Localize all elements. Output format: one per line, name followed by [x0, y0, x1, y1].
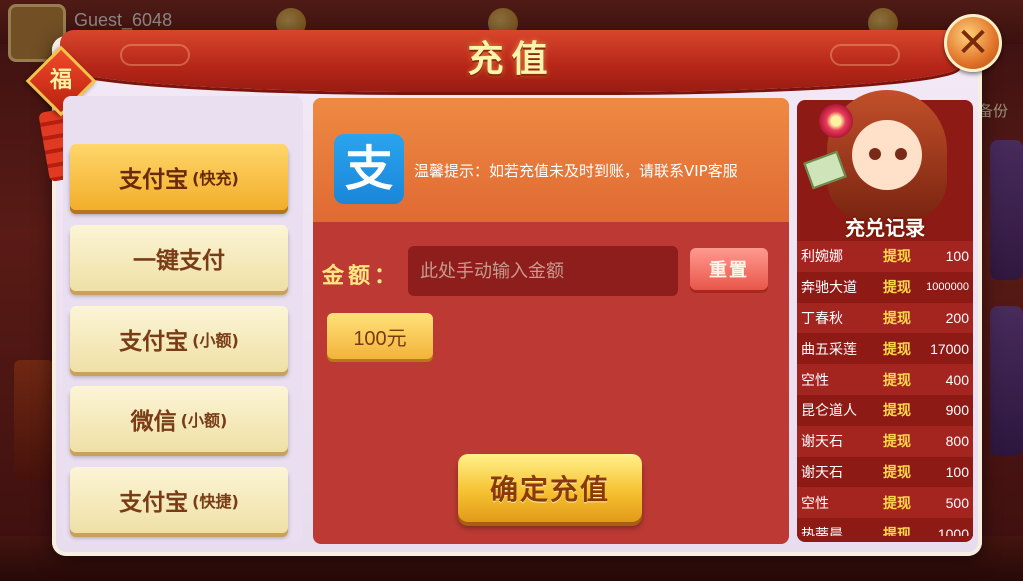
record-row: 空性 提现 400 [797, 364, 973, 395]
record-name: 谢天石 [801, 434, 843, 451]
method-alipay-quick[interactable]: 支付宝 (快捷) [70, 467, 288, 533]
record-row: 热蒂晨 提现 1000 [797, 518, 973, 536]
method-label: 支付宝 [119, 490, 189, 516]
record-row: 利婉娜 提现 100 [797, 241, 973, 272]
method-alipay-fast[interactable]: 支付宝 (快充) [70, 144, 288, 210]
record-amount: 1000 [937, 525, 969, 536]
record-row: 曲五采莲 提现 17000 [797, 333, 973, 365]
record-name: 空性 [801, 372, 829, 389]
record-amount: 900 [945, 402, 969, 419]
record-name: 昆仑道人 [801, 403, 857, 420]
record-name: 热蒂晨 [801, 526, 843, 536]
record-name: 丁春秋 [801, 310, 843, 327]
record-type: 提现 [883, 310, 911, 327]
records-title: 充兑记录 [845, 216, 925, 240]
record-type: 提现 [883, 280, 911, 297]
dialog-title: 充值 [467, 39, 556, 80]
record-row: 谢天石 提现 800 [797, 425, 973, 457]
record-amount: 400 [945, 371, 969, 388]
record-row: 空性 提现 500 [797, 487, 973, 519]
record-row: 丁春秋 提现 200 [797, 302, 973, 334]
record-type: 提现 [883, 341, 911, 358]
method-label: 微信 [130, 409, 177, 435]
record-name: 空性 [801, 495, 829, 512]
method-alipay-small[interactable]: 支付宝 (小额) [70, 306, 288, 372]
character-illustration [797, 80, 973, 230]
method-wechat-small[interactable]: 微信 (小额) [70, 386, 288, 452]
record-row: 昆仑道人 提现 900 [797, 394, 973, 426]
method-sublabel: (快捷) [192, 492, 239, 511]
method-label: 支付宝 [119, 167, 189, 193]
amount-label: 金额： [322, 264, 401, 289]
tip-text: 温馨提示：如若充值未及时到账，请联系VIP客服 [414, 162, 738, 180]
record-type: 提现 [883, 434, 911, 451]
record-type: 提现 [883, 372, 911, 389]
record-type: 提现 [883, 464, 911, 481]
record-row: 奔驰大道 提现 1000000 [797, 271, 973, 303]
records-list[interactable]: 利婉娜 提现 100 奔驰大道 提现 1000000 丁春秋 提现 200 曲五… [797, 241, 973, 536]
method-one-click[interactable]: 一键支付 [70, 225, 288, 291]
record-amount: 200 [945, 309, 969, 326]
record-amount: 500 [945, 494, 969, 511]
method-sublabel: (小额) [192, 331, 239, 350]
close-button[interactable]: ✕ [944, 14, 1002, 72]
reset-button[interactable]: 重置 [690, 248, 768, 290]
record-amount: 100 [945, 463, 969, 480]
record-amount: 1000000 [926, 281, 969, 294]
quick-amount-100-button[interactable]: 100元 [327, 313, 433, 359]
record-name: 曲五采莲 [801, 341, 857, 358]
record-amount: 100 [945, 248, 969, 265]
record-name: 奔驰大道 [801, 280, 857, 297]
method-label: 一键支付 [133, 248, 225, 274]
close-icon: ✕ [956, 20, 990, 66]
record-type: 提现 [883, 249, 911, 266]
method-sublabel: (小额) [180, 411, 228, 430]
alipay-icon: 支 [334, 134, 404, 204]
record-type: 提现 [883, 526, 911, 536]
method-label: 支付宝 [119, 329, 189, 355]
confirm-recharge-button[interactable]: 确定充值 [458, 454, 642, 522]
method-sublabel: (快充) [192, 169, 239, 188]
amount-input[interactable] [408, 246, 678, 296]
record-amount: 800 [945, 433, 969, 450]
record-row: 谢天石 提现 100 [797, 456, 973, 488]
record-name: 利婉娜 [801, 249, 843, 266]
record-amount: 17000 [930, 340, 969, 357]
record-type: 提现 [883, 495, 911, 512]
record-name: 谢天石 [801, 464, 843, 481]
record-type: 提现 [883, 403, 911, 420]
